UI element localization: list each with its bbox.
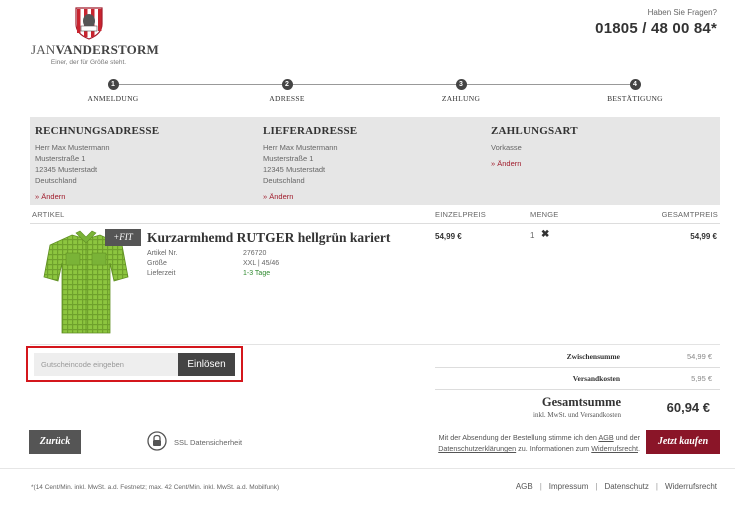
step-label: ADRESSE (269, 94, 305, 103)
steps-line (113, 84, 635, 85)
col-article: ARTIKEL (32, 210, 65, 219)
subtotal-row: Zwischensumme 54,99 € (435, 346, 720, 368)
shipping-cost-value: 5,95 € (691, 374, 712, 383)
product-quantity[interactable]: 1 (530, 231, 534, 240)
product-total-price: 54,99 € (690, 232, 717, 241)
shipping-line: Herr Max Mustermann (263, 143, 338, 152)
product-meta: Artikel Nr. 276720 Größe XXL | 45/46 Lie… (147, 249, 279, 279)
shipping-line: Deutschland (263, 176, 305, 185)
product-title[interactable]: Kurzarmhemd RUTGER hellgrün kariert (147, 230, 390, 246)
footer-link-agb[interactable]: AGB (516, 482, 533, 491)
logo-shield-icon (72, 6, 106, 40)
shipping-address: LIEFERADRESSE Herr Max Mustermann Muster… (263, 125, 483, 204)
hotline-label: Haben Sie Fragen? (647, 8, 717, 17)
step-payment: 3 ZAHLUNG (406, 78, 516, 103)
shipping-title: LIEFERADRESSE (263, 125, 358, 137)
subtotal-label: Zwischensumme (566, 352, 620, 361)
footer-link-withdrawal[interactable]: Widerrufsrecht (665, 482, 717, 491)
grand-total-label: Gesamtsumme inkl. MwSt. und Versandkoste… (435, 395, 621, 419)
step-number: 3 (455, 79, 467, 90)
billing-address: RECHNUNGSADRESSE Herr Max Mustermann Mus… (35, 125, 255, 204)
voucher-input[interactable]: Gutscheincode eingeben (34, 353, 178, 376)
meta-size: Größe XXL | 45/46 (147, 260, 280, 267)
withdrawal-link[interactable]: Widerrufsrecht (591, 444, 638, 453)
shipping-line: Musterstraße 1 (263, 154, 314, 163)
footer-divider (0, 468, 735, 469)
billing-title: RECHNUNGSADRESSE (35, 125, 160, 137)
step-label: BESTÄTIGUNG (607, 94, 663, 103)
footer-link-privacy[interactable]: Datenschutz (604, 482, 648, 491)
lock-icon (147, 431, 167, 451)
col-total: GESAMTPREIS (661, 210, 718, 219)
shipping-cost-row: Versandkosten 5,95 € (435, 368, 720, 390)
hotline-number: 01805 / 48 00 84* (595, 20, 717, 37)
footer-links: AGB | Impressum | Datenschutz | Widerrufsrecht (515, 482, 717, 491)
logo-name: JANVANDERSTORM (31, 42, 160, 57)
step-address: 2 ADRESSE (232, 78, 342, 103)
agb-link[interactable]: AGB (598, 433, 613, 442)
payment-method-value: Vorkasse (491, 143, 522, 152)
shipping-line: 12345 Musterstadt (263, 165, 326, 174)
fit-badge: +FIT (105, 229, 141, 246)
divider (30, 344, 720, 345)
legal-consent-text: Mit der Absendung der Bestellung stimme … (438, 433, 640, 453)
payment-method: ZAHLUNGSART Vorkasse » Ändern (491, 125, 711, 171)
address-panel: RECHNUNGSADRESSE Herr Max Mustermann Mus… (30, 117, 720, 205)
footer-note: *(14 Cent/Min. inkl. MwSt. a.d. Festnetz… (31, 484, 280, 491)
billing-line: Herr Max Mustermann (35, 143, 110, 152)
checkout-steps: 1 ANMELDUNG 2 ADRESSE 3 ZAHLUNG 4 BESTÄT… (30, 78, 720, 108)
step-number: 1 (107, 79, 119, 90)
step-login: 1 ANMELDUNG (58, 78, 168, 103)
col-unit-price: EINZELPREIS (435, 210, 486, 219)
step-number: 4 (629, 79, 641, 90)
ssl-label: SSL Datensicherheit (174, 438, 243, 447)
step-number: 2 (281, 79, 293, 90)
cart-table-header: ARTIKEL EINZELPREIS MENGE GESAMTPREIS (30, 206, 720, 224)
col-quantity: MENGE (530, 210, 559, 219)
buy-now-button[interactable]: Jetzt kaufen (646, 430, 720, 454)
remove-item-icon[interactable]: ✖ (541, 229, 549, 240)
back-button[interactable]: Zurück (29, 430, 81, 454)
subtotal-value: 54,99 € (686, 352, 712, 361)
privacy-link[interactable]: Datenschutzerklärungen (438, 444, 516, 453)
step-label: ANMELDUNG (87, 94, 139, 103)
logo[interactable]: JANVANDERSTORM Einer, der für Größe steh… (31, 6, 160, 66)
hotline: Haben Sie Fragen? 01805 / 48 00 84* (595, 8, 717, 37)
grand-total-value: 60,94 € (666, 400, 710, 415)
shipping-change-link[interactable]: » Ändern (263, 192, 293, 201)
step-label: ZAHLUNG (441, 94, 481, 103)
meta-delivery-time: Lieferzeit 1-3 Tage (147, 270, 271, 277)
meta-article-number: Artikel Nr. 276720 (147, 250, 267, 257)
billing-line: 12345 Musterstadt (35, 165, 98, 174)
billing-line: Deutschland (35, 176, 77, 185)
grand-total-title: Gesamtsumme (541, 395, 621, 409)
payment-title: ZAHLUNGSART (491, 125, 578, 137)
step-confirmation: 4 BESTÄTIGUNG (580, 78, 690, 103)
payment-change-link[interactable]: » Ändern (491, 159, 521, 168)
product-unit-price: 54,99 € (435, 232, 462, 241)
grand-total-subtitle: inkl. MwSt. und Versandkosten (533, 411, 621, 419)
footer-link-imprint[interactable]: Impressum (549, 482, 589, 491)
billing-change-link[interactable]: » Ändern (35, 192, 65, 201)
voucher-box: Gutscheincode eingeben Einlösen (26, 346, 243, 382)
voucher-redeem-button[interactable]: Einlösen (178, 353, 235, 376)
logo-tagline: Einer, der für Größe steht. (50, 59, 127, 66)
billing-line: Musterstraße 1 (35, 154, 86, 163)
shipping-cost-label: Versandkosten (572, 374, 620, 383)
